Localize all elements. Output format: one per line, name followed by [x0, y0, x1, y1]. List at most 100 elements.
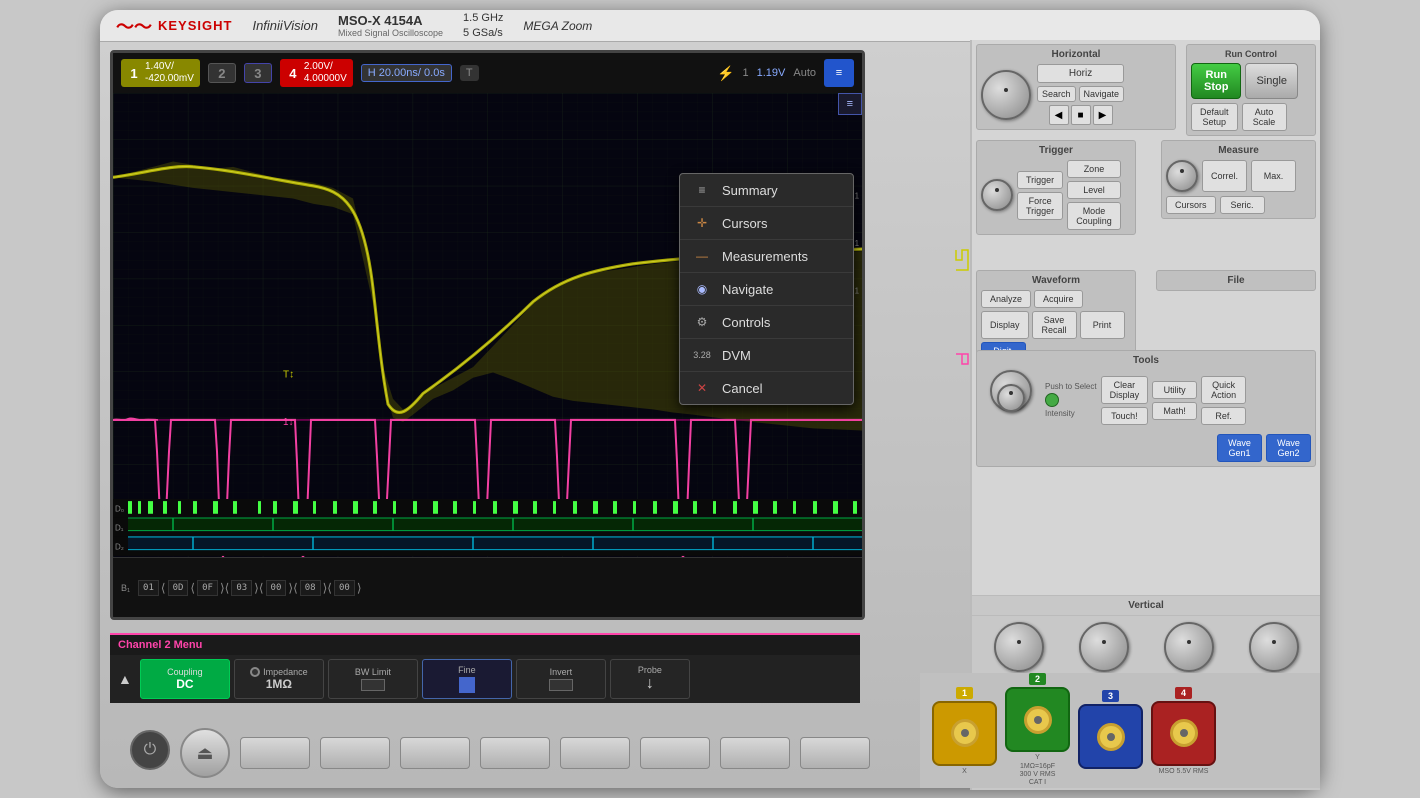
zone-btn[interactable]: Zone: [1067, 160, 1121, 178]
menu-item-cancel[interactable]: ✕ Cancel: [680, 372, 853, 404]
menu-item-summary[interactable]: ≡ Summary: [680, 174, 853, 207]
menu-item-navigate[interactable]: ◉ Navigate: [680, 273, 853, 306]
trigger-section: Trigger Trigger ForceTrigger Zone Level …: [976, 140, 1136, 235]
fine-indicator: [459, 677, 475, 693]
channel-bar: 1 1.40V/ -420.00mV 2 3 4 2.00V/ 4.00000V: [113, 53, 862, 93]
max-btn[interactable]: Max.: [1251, 160, 1296, 192]
hex-cell-1: 0D: [168, 580, 189, 596]
math-btn[interactable]: Math!: [1152, 402, 1197, 420]
acquire-btn[interactable]: Acquire: [1034, 290, 1083, 308]
force-trigger-btn[interactable]: ForceTrigger: [1017, 192, 1063, 220]
wave-gen1-btn[interactable]: WaveGen1: [1217, 434, 1262, 462]
single-btn[interactable]: Single: [1245, 63, 1298, 99]
auto-scale-btn[interactable]: AutoScale: [1242, 103, 1287, 131]
intensity-label: Intensity: [1045, 409, 1097, 418]
default-setup-btn[interactable]: DefaultSetup: [1191, 103, 1238, 131]
phys-btn-6[interactable]: [640, 737, 710, 769]
phys-btn-7[interactable]: [720, 737, 790, 769]
ch2-badge[interactable]: 2: [208, 63, 236, 83]
intensity-knob-group: [981, 370, 1041, 430]
vertical-title: Vertical: [972, 596, 1320, 616]
next-btn[interactable]: ▶: [1093, 105, 1113, 125]
model-info: MSO-X 4154A Mixed Signal Oscilloscope: [338, 13, 443, 38]
save-recall-btn[interactable]: SaveRecall: [1032, 311, 1077, 339]
ref-btn[interactable]: Ref.: [1201, 407, 1246, 425]
display-btn[interactable]: Display: [981, 311, 1029, 339]
connector-ch4: 4 MSO 5.5V RMS: [1151, 687, 1216, 775]
ch3-vert-knob[interactable]: [1164, 622, 1214, 672]
trigger-knob[interactable]: [981, 179, 1013, 211]
run-stop-btn[interactable]: RunStop: [1191, 63, 1241, 99]
controls-icon: ⚙: [692, 314, 712, 330]
connector-ch2-label: 2: [1029, 673, 1046, 685]
phys-btn-5[interactable]: [560, 737, 630, 769]
ch1-badge[interactable]: 1 1.40V/ -420.00mV: [121, 59, 200, 87]
h-badge[interactable]: H 20.00ns/ 0.0s: [361, 64, 452, 82]
run-control-section: Run Control RunStop Single DefaultSetup …: [1186, 44, 1316, 136]
ch1-vert-knob[interactable]: [994, 622, 1044, 672]
menu-item-dvm[interactable]: 3.28 DVM: [680, 339, 853, 372]
utility-btn[interactable]: Utility: [1152, 381, 1197, 399]
horiz-btn[interactable]: Horiz: [1037, 64, 1124, 83]
menu-item-measurements[interactable]: — Measurements: [680, 240, 853, 273]
eject-button[interactable]: ⏏: [180, 728, 230, 778]
analyze-btn[interactable]: Analyze: [981, 290, 1031, 308]
clear-display-btn[interactable]: ClearDisplay: [1101, 376, 1149, 404]
intensity-inner-knob[interactable]: [997, 384, 1025, 412]
probe-btn[interactable]: Probe ↓: [610, 659, 690, 699]
trig-num: 1: [742, 67, 748, 79]
waveform-title: Waveform: [981, 275, 1131, 286]
impedance-btn[interactable]: Impedance 1MΩ: [234, 659, 324, 699]
print-btn[interactable]: Print: [1080, 311, 1125, 339]
wave-gen2-btn[interactable]: WaveGen2: [1266, 434, 1311, 462]
navigate-btn[interactable]: Navigate: [1079, 86, 1125, 102]
phys-btn-4[interactable]: [480, 737, 550, 769]
power-button[interactable]: ⏻: [130, 730, 170, 770]
ch3-badge[interactable]: 3: [244, 63, 272, 83]
cursors-btn[interactable]: Cursors: [1166, 196, 1216, 214]
ch4-vert-knob[interactable]: [1249, 622, 1299, 672]
fine-btn[interactable]: Fine: [422, 659, 512, 699]
tools-buttons-col3: QuickAction Ref.: [1201, 376, 1246, 425]
bnc-ch1: [932, 701, 997, 766]
trigger-btn[interactable]: Trigger: [1017, 171, 1063, 189]
menu-item-cursors[interactable]: ✛ Cursors: [680, 207, 853, 240]
stop-btn[interactable]: ■: [1071, 105, 1091, 125]
mode-coupling-btn[interactable]: ModeCoupling: [1067, 202, 1121, 230]
touch-btn[interactable]: Touch!: [1101, 407, 1149, 425]
connectors-area: 1 X 2 Y1MΩ=16pF300 V RMSCAT I 3: [920, 673, 1320, 788]
menu-button[interactable]: ≡: [824, 59, 854, 87]
measure-knob[interactable]: [1166, 160, 1198, 192]
quick-action-btn[interactable]: QuickAction: [1201, 376, 1246, 404]
ch2-vert-knob[interactable]: [1079, 622, 1129, 672]
summary-tab[interactable]: ≡: [838, 93, 862, 115]
invert-btn[interactable]: Invert: [516, 659, 606, 699]
phys-btn-3[interactable]: [400, 737, 470, 769]
svg-text:D₂: D₂: [115, 542, 124, 551]
phys-btn-8[interactable]: [800, 737, 870, 769]
seric-btn[interactable]: Seric.: [1220, 196, 1265, 214]
scroll-up-arrow[interactable]: ▲: [114, 671, 136, 687]
measure-controls: Correl. Max. Cursors Seric.: [1166, 160, 1311, 214]
phys-btn-1[interactable]: [240, 737, 310, 769]
ch2-menu-bar: ▲ Coupling DC Impedance 1MΩ BW Limit Fin…: [110, 655, 860, 703]
prev-btn[interactable]: ◀: [1049, 105, 1069, 125]
correl-btn[interactable]: Correl.: [1202, 160, 1247, 192]
phys-btn-2[interactable]: [320, 737, 390, 769]
t-badge[interactable]: T: [460, 65, 479, 81]
logo: 〜〜 KEYSIGHT: [116, 13, 232, 39]
connector-ch2-sublabel: Y1MΩ=16pF300 V RMSCAT I: [1020, 754, 1056, 788]
level-btn[interactable]: Level: [1067, 181, 1121, 199]
search-btn[interactable]: Search: [1037, 86, 1076, 102]
ch4-badge[interactable]: 4 2.00V/ 4.00000V: [280, 59, 353, 87]
summary-icon: ≡: [847, 98, 853, 110]
bnc-ch2: [1005, 687, 1070, 752]
arrow-6: ⟩⟨: [323, 581, 332, 595]
run-control-title: Run Control: [1191, 49, 1311, 59]
menu-item-controls[interactable]: ⚙ Controls: [680, 306, 853, 339]
horizontal-knob[interactable]: [981, 70, 1031, 120]
arrow-3: ⟩⟨: [220, 581, 229, 595]
bw-limit-btn[interactable]: BW Limit: [328, 659, 418, 699]
coupling-btn[interactable]: Coupling DC: [140, 659, 230, 699]
tools-indicators: Push to Select Intensity: [1045, 382, 1097, 418]
